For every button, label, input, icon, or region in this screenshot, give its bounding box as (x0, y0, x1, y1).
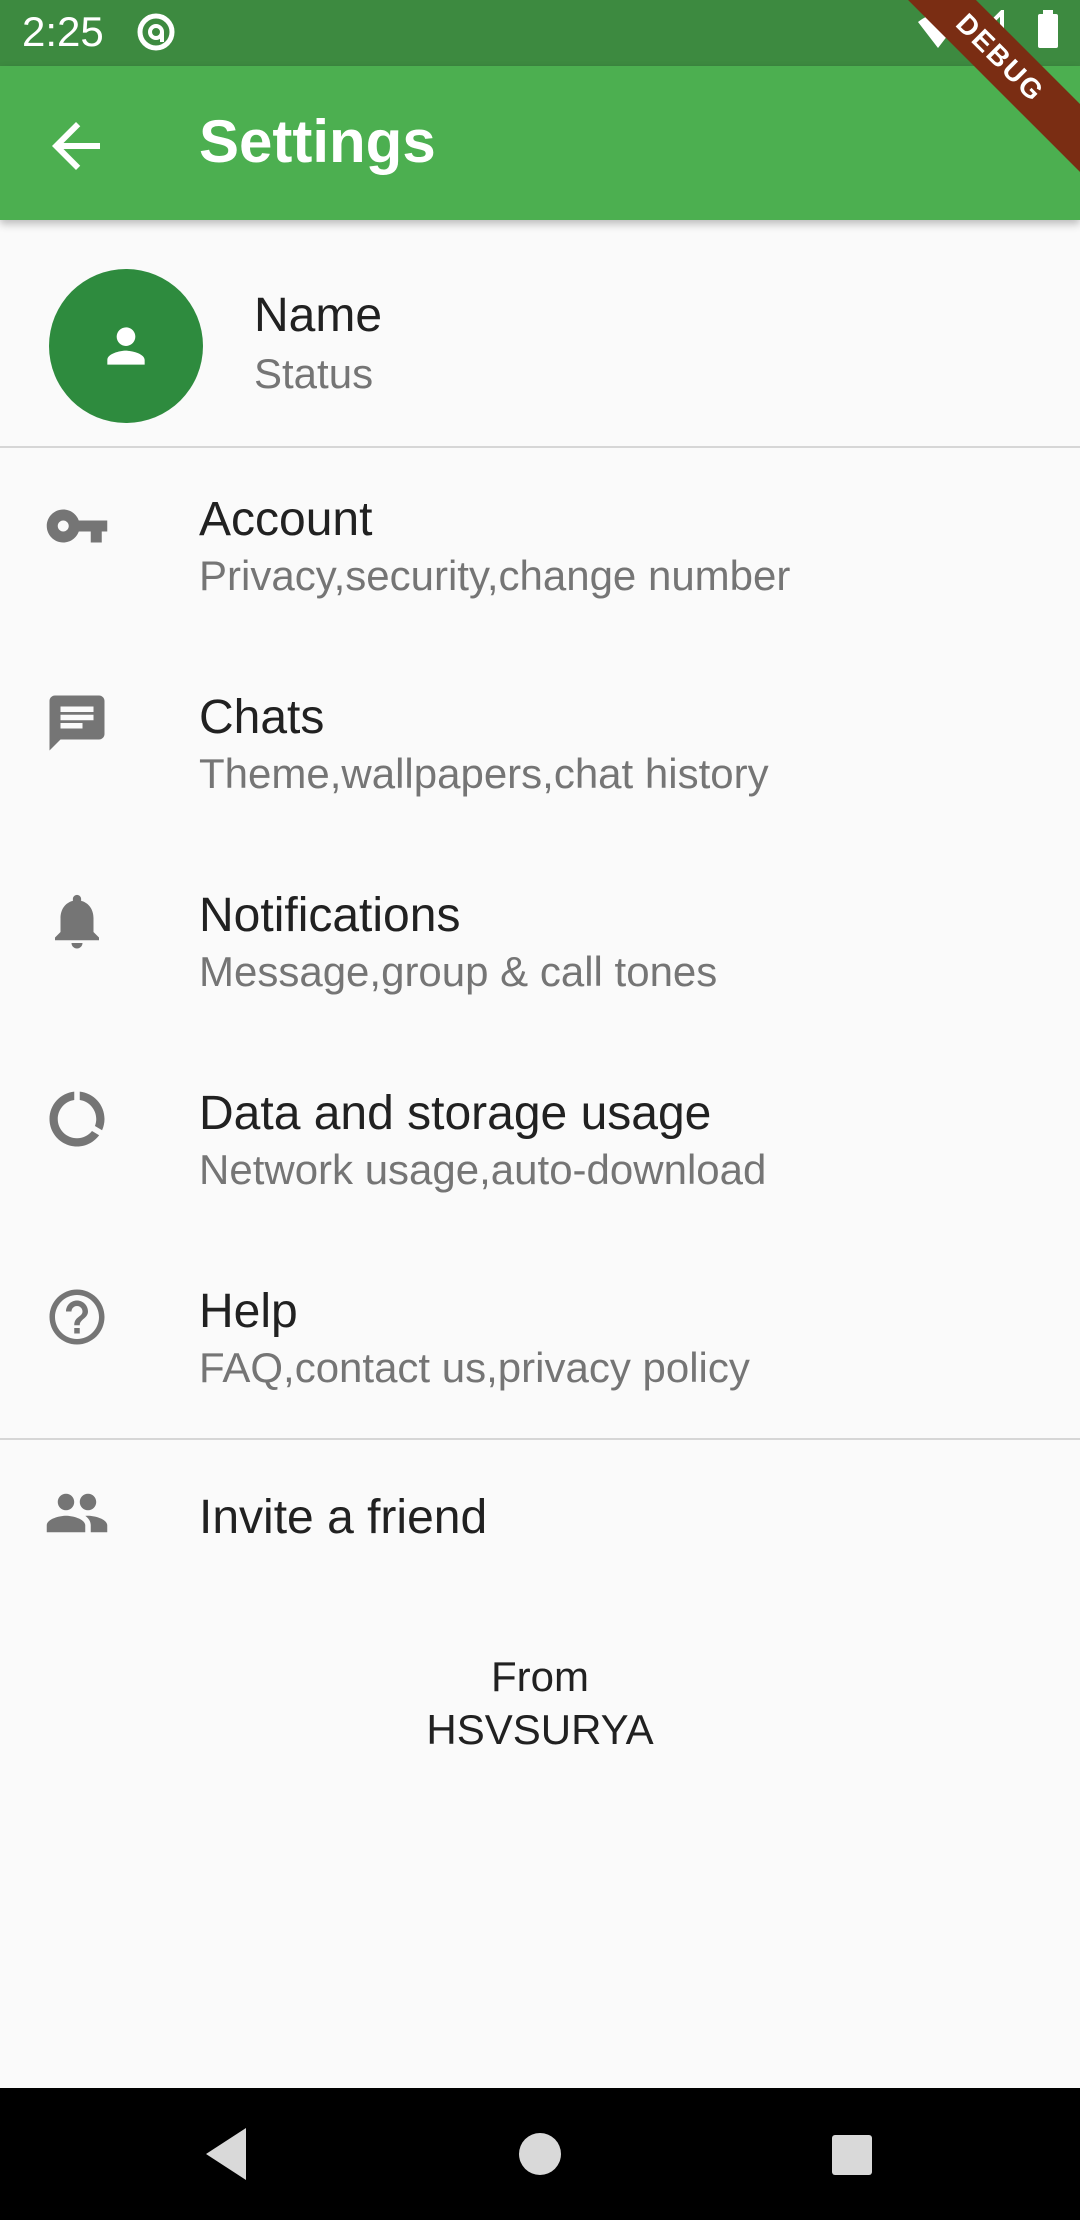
settings-item-title: Account (199, 493, 373, 546)
settings-item-account[interactable]: Account Privacy,security,change number (0, 460, 1080, 658)
help-icon (49, 1289, 105, 1345)
settings-item-chats[interactable]: Chats Theme,wallpapers,chat history (0, 658, 1080, 856)
bell-icon (55, 894, 99, 949)
footer-author: HSVSURYA (426, 1706, 654, 1753)
battery-icon (1038, 10, 1058, 48)
settings-item-subtitle: Network usage,auto-download (199, 1146, 767, 1193)
profile-row[interactable]: Name Status (0, 220, 1080, 446)
settings-screen: 2:25 Settings DEBUG Name Status Account … (0, 0, 1080, 2220)
app-bar: Settings (0, 66, 1080, 220)
settings-item-subtitle: Theme,wallpapers,chat history (199, 750, 769, 797)
chat-icon (49, 695, 105, 751)
nav-recents-icon[interactable] (826, 2124, 876, 2184)
settings-item-title: Help (199, 1285, 298, 1338)
settings-item-title: Data and storage usage (199, 1087, 712, 1140)
data-usage-icon (49, 1091, 105, 1147)
system-nav-bar (0, 2088, 1080, 2220)
invite-friend-item[interactable]: Invite a friend (0, 1440, 1080, 1590)
page-title: Settings (199, 108, 436, 175)
nav-home-icon[interactable] (515, 2124, 565, 2184)
settings-item-title: Chats (199, 691, 325, 744)
settings-item-subtitle: Message,group & call tones (199, 948, 718, 995)
avatar[interactable] (49, 269, 203, 423)
status-time: 2:25 (22, 8, 104, 55)
at-icon (137, 13, 175, 51)
profile-name: Name (254, 289, 383, 342)
key-icon (46, 509, 108, 543)
divider (0, 446, 1080, 448)
arrow-back-icon[interactable] (40, 110, 112, 182)
nav-back-icon[interactable] (200, 2124, 250, 2184)
settings-item-title: Notifications (199, 889, 461, 942)
settings-item-help[interactable]: Help FAQ,contact us,privacy policy (0, 1252, 1080, 1450)
people-icon (46, 1493, 108, 1533)
footer-from: From (491, 1653, 589, 1700)
profile-status: Status (254, 350, 374, 397)
settings-item-subtitle: FAQ,contact us,privacy policy (199, 1344, 750, 1391)
person-icon (107, 327, 145, 365)
settings-item-notifications[interactable]: Notifications Message,group & call tones (0, 856, 1080, 1054)
invite-friend-label: Invite a friend (199, 1491, 488, 1544)
settings-item-subtitle: Privacy,security,change number (199, 552, 791, 599)
settings-item-data-storage[interactable]: Data and storage usage Network usage,aut… (0, 1054, 1080, 1252)
